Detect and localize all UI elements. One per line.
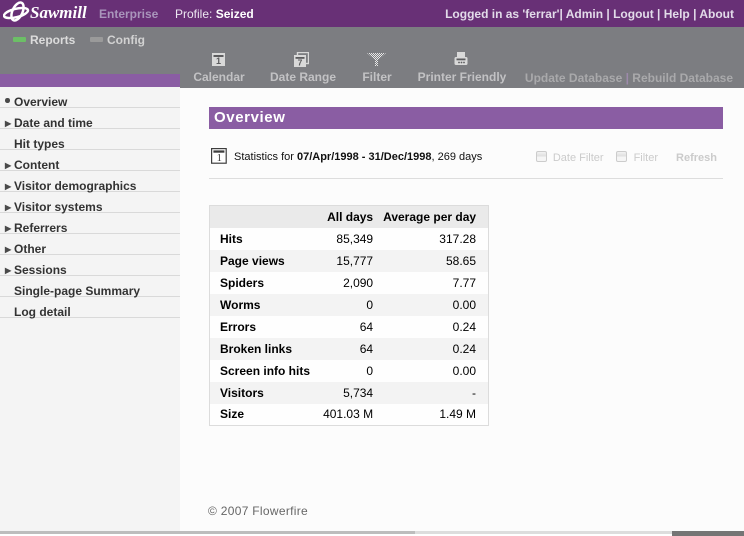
svg-text:1: 1: [217, 153, 222, 164]
svg-text:1: 1: [216, 56, 221, 66]
svg-text:7: 7: [298, 58, 303, 68]
